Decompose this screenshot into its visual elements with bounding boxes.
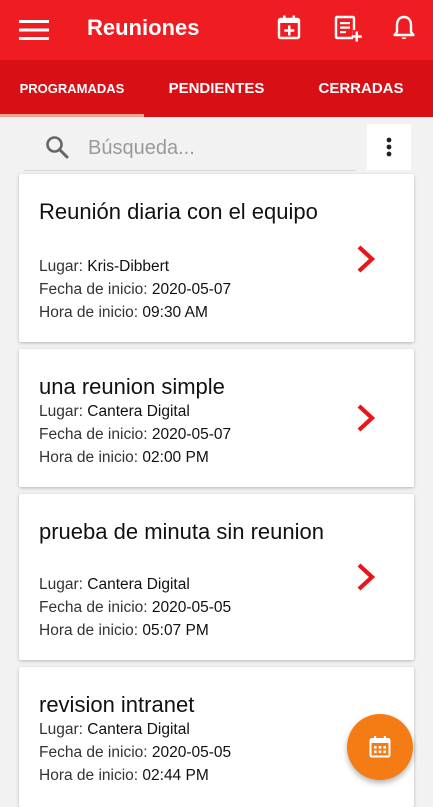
page-title: Reuniones <box>87 15 200 40</box>
chevron-right-icon[interactable] <box>355 244 377 274</box>
meeting-card[interactable]: prueba de minuta sin reunion Lugar: Cant… <box>19 494 414 660</box>
meeting-card[interactable]: una reunion simple Lugar: Cantera Digita… <box>19 349 414 487</box>
meeting-time: Hora de inicio: 02:00 PM <box>39 449 209 466</box>
meeting-title: Reunión diaria con el equipo <box>39 199 318 224</box>
note-add-icon[interactable] <box>332 13 362 43</box>
app-bar: Reuniones <box>0 0 433 60</box>
meeting-title: revision intranet <box>39 692 195 717</box>
meeting-date: Fecha de inicio: 2020-05-07 <box>39 281 232 298</box>
bell-icon[interactable] <box>389 13 419 43</box>
tab-pendientes[interactable]: PENDIENTES <box>144 60 289 117</box>
tab-cerradas[interactable]: CERRADAS <box>289 60 433 117</box>
tab-programadas[interactable]: PROGRAMADAS <box>0 60 144 117</box>
meeting-title: una reunion simple <box>39 374 225 399</box>
more-options-button[interactable] <box>367 124 411 170</box>
search-icon <box>44 134 70 160</box>
chevron-right-icon[interactable] <box>355 562 377 592</box>
calendar-icon <box>369 736 391 758</box>
meeting-date: Fecha de inicio: 2020-05-05 <box>39 599 232 616</box>
menu-icon[interactable] <box>18 14 50 46</box>
meeting-place: Lugar: Cantera Digital <box>39 721 190 738</box>
active-tab-indicator <box>0 114 144 117</box>
search-input[interactable] <box>86 132 350 164</box>
chevron-right-icon[interactable] <box>355 403 377 433</box>
search-bar <box>24 124 356 171</box>
calendar-add-icon[interactable] <box>274 13 304 43</box>
meeting-card[interactable]: Reunión diaria con el equipo Lugar: Kris… <box>19 174 414 342</box>
meeting-place: Lugar: Cantera Digital <box>39 403 190 420</box>
meeting-time: Hora de inicio: 09:30 AM <box>39 304 208 321</box>
meeting-time: Hora de inicio: 02:44 PM <box>39 767 209 784</box>
more-vert-icon <box>386 137 392 157</box>
meeting-date: Fecha de inicio: 2020-05-05 <box>39 744 232 761</box>
fab-calendar-button[interactable] <box>347 714 413 780</box>
meeting-title: prueba de minuta sin reunion <box>39 519 324 544</box>
meeting-place: Lugar: Cantera Digital <box>39 576 190 593</box>
meeting-time: Hora de inicio: 05:07 PM <box>39 622 209 639</box>
meeting-date: Fecha de inicio: 2020-05-07 <box>39 426 232 443</box>
tab-bar: PROGRAMADAS PENDIENTES CERRADAS <box>0 60 433 117</box>
meeting-place: Lugar: Kris-Dibbert <box>39 258 170 275</box>
